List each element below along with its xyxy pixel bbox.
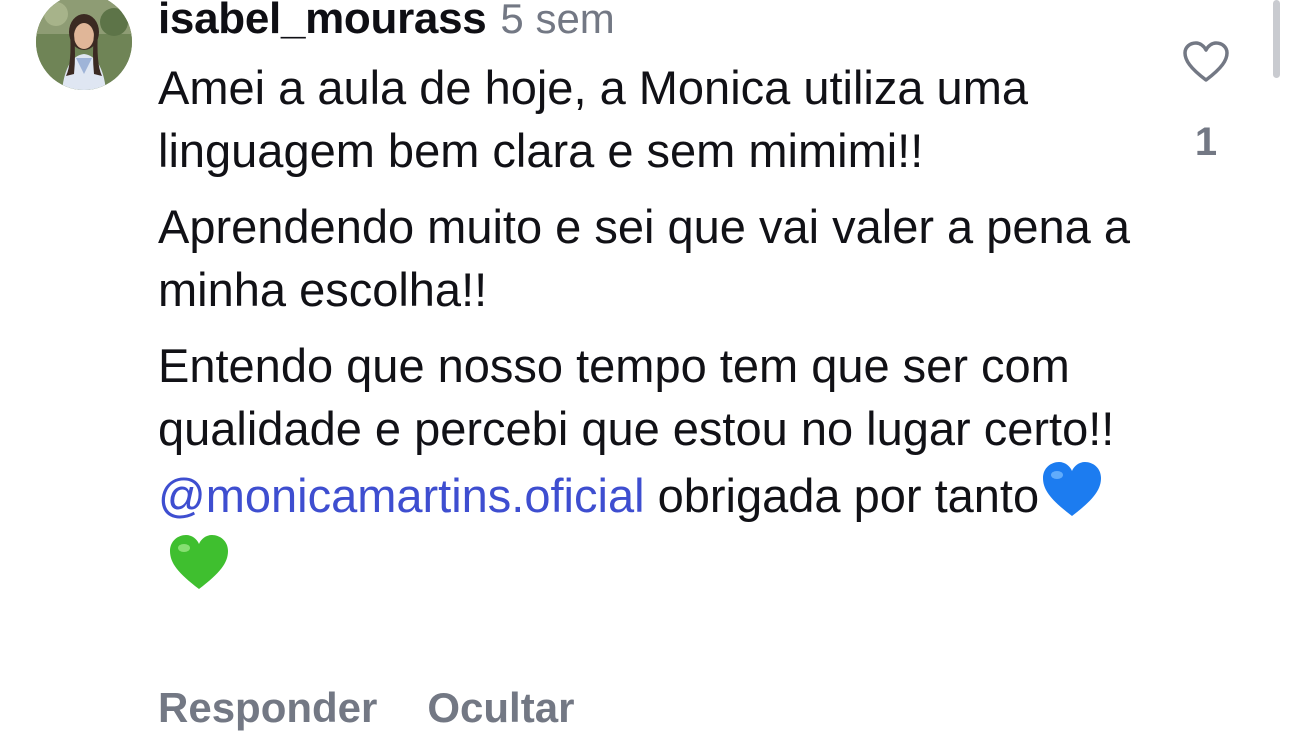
comment-header: isabel_mourass 5 sem: [158, 0, 1138, 44]
comment-paragraph-3-tail: obrigada por tanto: [657, 469, 1040, 522]
blue-heart-icon: [1041, 460, 1103, 533]
comment-paragraph-3: Entendo que nosso tempo tem que ser com …: [158, 334, 1138, 606]
comment-actions: Responder Ocultar: [158, 684, 574, 732]
hide-button[interactable]: Ocultar: [427, 684, 574, 732]
comment-item: isabel_mourass 5 sem Amei a aula de hoje…: [0, 0, 1290, 736]
comment-body: isabel_mourass 5 sem Amei a aula de hoje…: [158, 0, 1138, 606]
like-count: 1: [1194, 120, 1218, 164]
avatar-image: [36, 0, 132, 90]
avatar[interactable]: [36, 0, 132, 90]
like-button[interactable]: [1180, 40, 1232, 89]
green-heart-icon: [168, 533, 230, 606]
timestamp: 5 sem: [500, 0, 615, 42]
scrollbar[interactable]: [1273, 0, 1280, 78]
reply-button[interactable]: Responder: [158, 684, 377, 732]
mention-link[interactable]: @monicamartins.oficial: [158, 469, 645, 522]
comment-paragraph-3-text: Entendo que nosso tempo tem que ser com …: [158, 339, 1115, 455]
username[interactable]: isabel_mourass: [158, 0, 487, 44]
heart-outline-icon: [1183, 41, 1229, 82]
comment-paragraph-2: Aprendendo muito e sei que vai valer a p…: [158, 200, 1130, 316]
comment-paragraph-1: Amei a aula de hoje, a Monica utiliza um…: [158, 61, 1028, 177]
